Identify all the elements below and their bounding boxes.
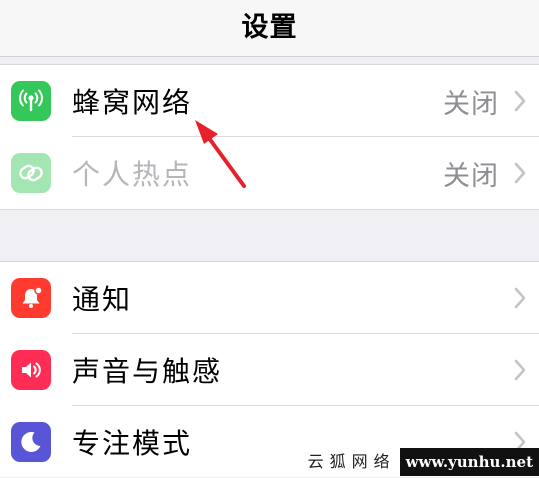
settings-row-hotspot[interactable]: 个人热点 关闭 [0,137,539,209]
sounds-haptics-label: 声音与触感 [72,355,223,388]
settings-group-network: 蜂窝网络 关闭 个人热点 关闭 [0,64,539,210]
settings-row-notifications[interactable]: 通知 [0,262,539,334]
chevron-right-icon [514,359,526,381]
settings-row-cellular[interactable]: 蜂窝网络 关闭 [0,65,539,137]
chevron-right-icon [514,162,526,184]
notifications-label: 通知 [72,283,133,316]
speaker-icon [11,350,51,390]
page-title: 设置 [241,11,298,43]
hotspot-status-value: 关闭 [443,160,499,192]
moon-icon [11,422,51,462]
watermark-name: 云狐网络 [297,448,400,476]
cellular-label: 蜂窝网络 [72,86,193,119]
navigation-bar: 设置 [0,0,539,57]
settings-row-sounds[interactable]: 声音与触感 [0,334,539,406]
hotspot-link-icon [11,153,51,193]
settings-group-general: 通知 声音与触感 专注模式 [0,261,539,477]
cellular-antenna-icon [11,81,51,121]
hotspot-label: 个人热点 [72,158,193,191]
focus-label: 专注模式 [72,427,193,460]
chevron-right-icon [514,287,526,309]
notification-bell-icon [11,278,51,318]
watermark-url: www.yunhu.net [399,448,539,476]
watermark: 云狐网络 www.yunhu.net [297,448,539,476]
chevron-right-icon [514,90,526,112]
cellular-status-value: 关闭 [443,88,499,120]
